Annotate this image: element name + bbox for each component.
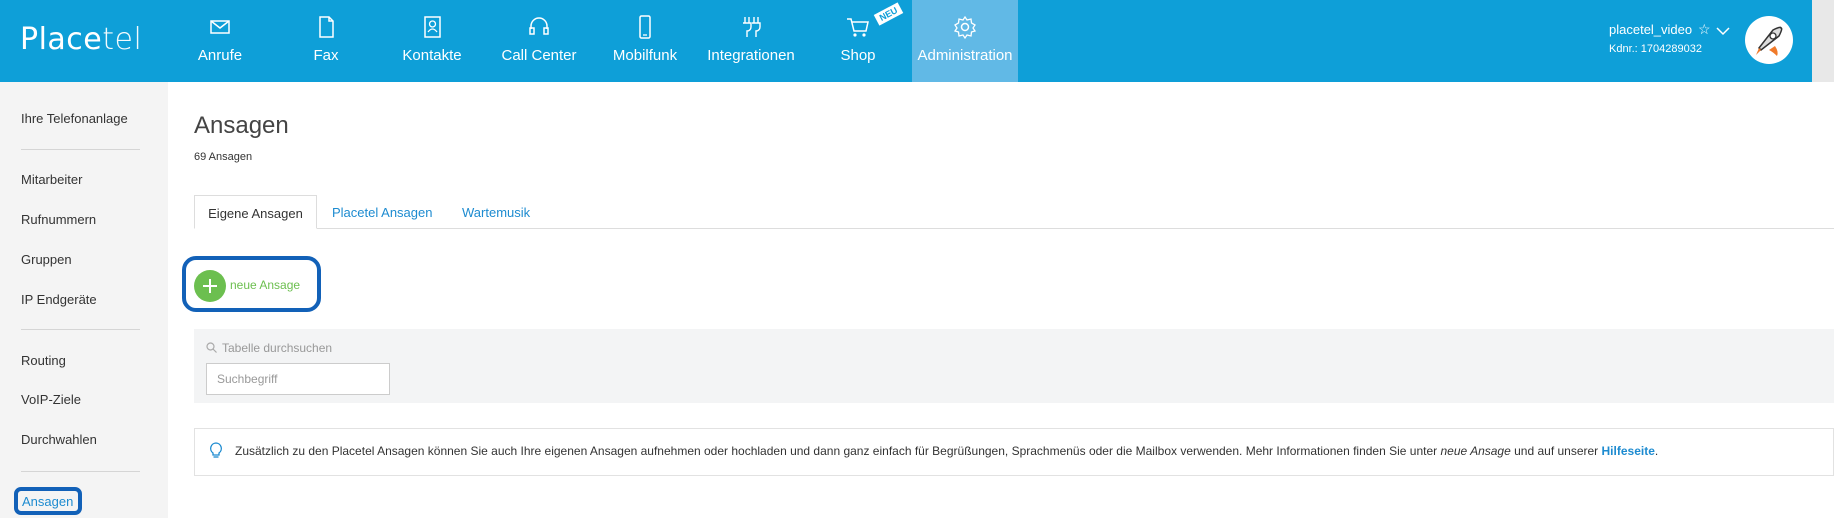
sidebar-item-telefonanlage[interactable]: Ihre Telefonanlage — [21, 111, 128, 126]
nav-fax[interactable]: Fax — [273, 0, 379, 82]
info-emphasis: neue Ansage — [1440, 444, 1511, 458]
sidebar-item-voip-ziele[interactable]: VoIP-Ziele — [21, 392, 81, 407]
gear-icon — [953, 15, 977, 40]
sidebar-item-durchwahlen[interactable]: Durchwahlen — [21, 432, 97, 447]
nav-label: Call Center — [501, 47, 577, 64]
customer-number: Kdnr.: 1704289032 — [1609, 43, 1702, 55]
main-content: Ansagen 69 Ansagen Eigene Ansagen Placet… — [168, 82, 1834, 518]
nav-administration[interactable]: Administration — [912, 0, 1018, 82]
nav-integrationen[interactable]: Integrationen — [698, 0, 804, 82]
nav-call-center[interactable]: Call Center — [486, 0, 592, 82]
scrollbar[interactable] — [1812, 0, 1834, 82]
sidebar-item-rufnummern[interactable]: Rufnummern — [21, 212, 96, 227]
search-input[interactable] — [206, 363, 390, 395]
user-name[interactable]: placetel_video — [1609, 22, 1692, 37]
tabs-divider — [194, 228, 1834, 229]
search-title: Tabelle durchsuchen — [222, 341, 333, 355]
help-link[interactable]: Hilfeseite — [1602, 444, 1655, 458]
nav-kontakte[interactable]: Kontakte — [379, 0, 485, 82]
sidebar-item-gruppen[interactable]: Gruppen — [21, 252, 72, 267]
contacts-icon — [424, 16, 441, 38]
cart-icon — [847, 18, 869, 37]
sidebar-item-label: Ansagen — [22, 494, 74, 509]
lightbulb-icon — [210, 442, 222, 458]
plug-icon — [743, 17, 761, 37]
plus-icon — [194, 270, 226, 302]
new-announcement-label: neue Ansage — [230, 278, 301, 292]
nav-mobilfunk[interactable]: Mobilfunk — [592, 0, 698, 82]
nav-shop[interactable]: NEU Shop — [805, 0, 911, 82]
tab-wartemusik[interactable]: Wartemusik — [462, 195, 530, 229]
sidebar-item-routing[interactable]: Routing — [21, 353, 66, 368]
star-icon[interactable]: ☆ — [1698, 21, 1711, 38]
sidebar-item-ansagen[interactable]: Ansagen — [14, 487, 82, 515]
nav-label: Fax — [313, 47, 339, 64]
nav-label: Integrationen — [707, 47, 795, 64]
nav-label: Kontakte — [402, 47, 462, 64]
divider — [21, 471, 140, 472]
new-announcement-button[interactable]: neue Ansage — [182, 256, 321, 312]
tab-placetel-ansagen[interactable]: Placetel Ansagen — [332, 195, 432, 229]
divider — [21, 149, 140, 150]
chevron-down-icon[interactable] — [1716, 26, 1730, 36]
nav-label: Shop — [840, 47, 876, 64]
mobile-icon — [639, 15, 651, 39]
top-navigation: Placetel Anrufe Fax Kontakte Call Center… — [0, 0, 1834, 82]
document-icon — [319, 16, 334, 38]
search-panel: Tabelle durchsuchen — [194, 329, 1834, 403]
tab-eigene-ansagen[interactable]: Eigene Ansagen — [194, 195, 317, 229]
info-text: Zusätzlich zu den Placetel Ansagen könne… — [235, 444, 1659, 458]
sidebar-item-mitarbeiter[interactable]: Mitarbeiter — [21, 172, 82, 187]
rocket-icon — [1746, 17, 1792, 63]
avatar[interactable] — [1745, 16, 1793, 64]
new-badge: NEU — [873, 2, 904, 26]
placetel-logo[interactable]: Placetel — [20, 22, 142, 57]
search-icon — [206, 342, 217, 353]
nav-label: Administration — [917, 47, 1013, 64]
divider — [21, 329, 140, 330]
info-box: Zusätzlich zu den Placetel Ansagen könne… — [194, 428, 1834, 476]
nav-label: Mobilfunk — [612, 47, 678, 64]
headset-icon — [529, 17, 549, 35]
nav-anrufe[interactable]: Anrufe — [167, 0, 273, 82]
sidebar-item-ip-endgeraete[interactable]: IP Endgeräte — [21, 292, 97, 307]
nav-label: Anrufe — [197, 47, 243, 64]
mail-icon — [210, 20, 230, 34]
page-title: Ansagen — [194, 112, 289, 139]
announcement-count: 69 Ansagen — [194, 151, 253, 163]
